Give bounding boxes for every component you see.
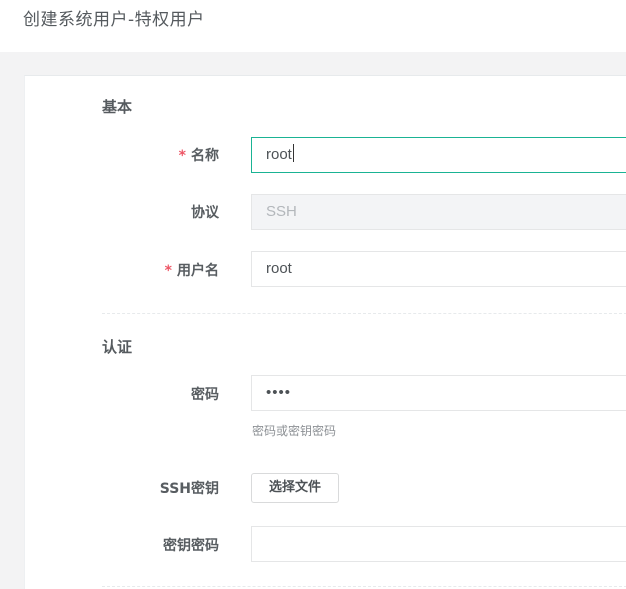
page-header: 创建系统用户-特权用户 bbox=[0, 0, 626, 52]
password-help-text: 密码或密钥密码 bbox=[252, 424, 337, 438]
name-input[interactable]: root bbox=[251, 137, 626, 173]
required-mark: * bbox=[164, 263, 172, 279]
password-input[interactable]: •••• bbox=[251, 375, 626, 411]
section-divider bbox=[102, 313, 626, 314]
required-mark: * bbox=[178, 148, 186, 164]
username-input[interactable]: root bbox=[251, 251, 626, 287]
ssh-key-label: SSH密钥 bbox=[159, 481, 219, 497]
page-title: 创建系统用户-特权用户 bbox=[23, 10, 205, 30]
section-divider bbox=[102, 586, 626, 587]
protocol-label: 协议 bbox=[191, 205, 219, 221]
protocol-input: SSH bbox=[251, 194, 626, 230]
username-label-text: 用户名 bbox=[177, 263, 219, 279]
name-label: * 名称 bbox=[179, 145, 219, 165]
form-card: 基本 * 名称 root 协议 SSH * 用户名 root 认证 密码 •••• … bbox=[24, 75, 626, 589]
name-input-value: root bbox=[266, 146, 292, 163]
key-password-label: 密钥密码 bbox=[163, 538, 219, 554]
choose-file-button[interactable]: 选择文件 bbox=[251, 473, 339, 503]
section-title-basic: 基本 bbox=[102, 98, 133, 116]
key-password-input[interactable] bbox=[251, 526, 626, 562]
name-label-text: 名称 bbox=[191, 148, 219, 164]
section-title-auth: 认证 bbox=[102, 338, 133, 356]
text-caret bbox=[292, 144, 294, 162]
username-label: * 用户名 bbox=[165, 260, 219, 280]
password-label: 密码 bbox=[191, 387, 219, 403]
